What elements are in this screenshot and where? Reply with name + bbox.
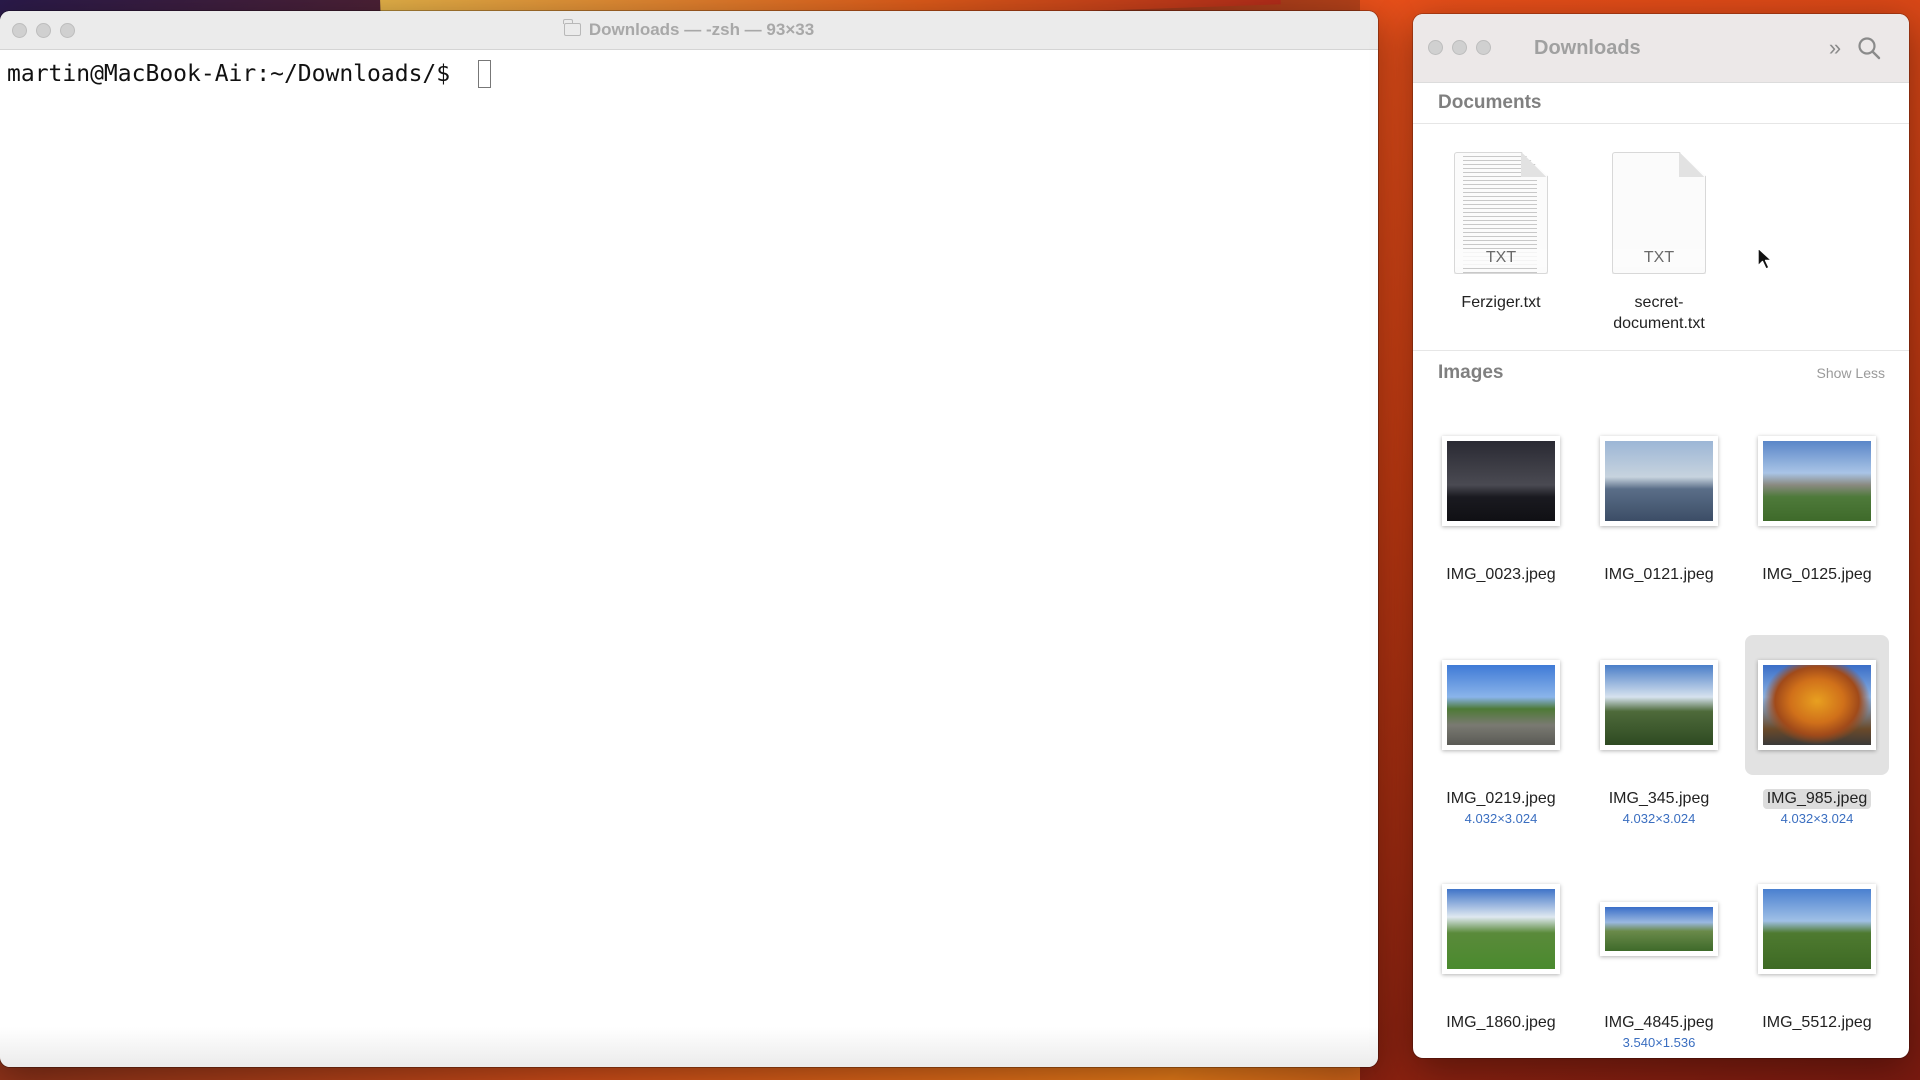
image-name: IMG_0023.jpeg [1446,566,1556,583]
folder-icon [563,19,581,36]
terminal-content[interactable]: martin@MacBook-Air:~/Downloads/$ [0,50,1378,98]
minimize-button[interactable] [1452,40,1467,55]
close-button[interactable] [1428,40,1443,55]
image-thumbnail [1442,884,1560,974]
image-name: IMG_0125.jpeg [1762,566,1872,583]
image-dimensions: 4.032×3.024 [1780,811,1854,826]
images-section-header: Images Show Less [1413,351,1909,395]
image-thumbnail [1600,660,1718,750]
image-thumbnail [1758,436,1876,526]
file-type-label: TXT [1613,249,1705,267]
image-name: IMG_5512.jpeg [1762,1014,1872,1031]
show-less-button[interactable]: Show Less [1817,365,1885,381]
search-icon[interactable] [1856,35,1882,61]
image-name: IMG_985.jpeg [1762,789,1872,809]
image-item[interactable]: IMG_1860.jpeg [1426,859,1576,1033]
image-thumbnail [1758,884,1876,974]
image-thumbnail [1758,660,1876,750]
image-item[interactable]: IMG_0125.jpeg [1742,411,1892,585]
image-dimensions: 4.032×3.024 [1464,811,1538,826]
image-thumbnail [1442,660,1560,750]
file-type-label: TXT [1455,249,1547,267]
image-name: IMG_0219.jpeg [1446,790,1556,807]
image-thumbnail [1600,902,1718,956]
image-name: IMG_345.jpeg [1608,790,1710,807]
image-name: IMG_0121.jpeg [1604,566,1714,583]
documents-section-title: Documents [1438,92,1542,113]
documents-grid: TXT Ferziger.txt TXT secret- document.tx… [1413,124,1909,351]
image-item-selected[interactable]: IMG_985.jpeg 4.032×3.024 [1742,635,1892,826]
text-cursor [477,60,491,88]
image-item[interactable]: IMG_0219.jpeg 4.032×3.024 [1426,635,1576,826]
image-item[interactable]: IMG_345.jpeg 4.032×3.024 [1584,635,1734,826]
image-item[interactable]: IMG_4845.jpeg 3.540×1.536 [1584,859,1734,1050]
terminal-window[interactable]: Downloads — -zsh — 93×33 martin@MacBook-… [0,11,1378,1067]
images-grid: IMG_0023.jpeg IMG_0121.jpeg IMG_0125.jpe… [1413,395,1909,1058]
prompt-line: martin@MacBook-Air:~/Downloads/$ [7,60,1371,88]
image-dimensions: 4.032×3.024 [1622,811,1696,826]
finder-titlebar[interactable]: Downloads » [1413,14,1909,83]
image-name: IMG_1860.jpeg [1446,1014,1556,1031]
finder-title: Downloads [1534,37,1641,59]
image-dimensions: 3.540×1.536 [1622,1035,1696,1050]
file-name: secret- document.txt [1613,294,1705,332]
terminal-bottom-fade [0,1027,1378,1067]
mouse-pointer-icon [1757,247,1773,270]
file-name: Ferziger.txt [1461,294,1541,311]
image-item[interactable]: IMG_0121.jpeg [1584,411,1734,585]
terminal-title-text: Downloads — -zsh — 93×33 [588,20,815,39]
image-thumbnail [1600,436,1718,526]
documents-section-header: Documents [1413,83,1909,124]
shell-prompt: martin@MacBook-Air:~/Downloads/$ [7,61,464,87]
terminal-title: Downloads — -zsh — 93×33 [0,11,1378,49]
image-item[interactable]: IMG_0023.jpeg [1426,411,1576,585]
terminal-titlebar[interactable]: Downloads — -zsh — 93×33 [0,11,1378,50]
text-file-icon: TXT [1612,152,1706,274]
image-name: IMG_4845.jpeg [1604,1014,1714,1031]
text-file-icon: TXT [1454,152,1548,274]
finder-window[interactable]: Downloads » Documents TXT Ferziger.txt T… [1413,14,1909,1058]
chevron-double-right-icon[interactable]: » [1823,36,1847,60]
file-item[interactable]: TXT secret- document.txt [1584,152,1734,334]
image-thumbnail [1442,436,1560,526]
finder-window-controls [1428,40,1491,55]
image-item[interactable]: IMG_5512.jpeg [1742,859,1892,1033]
file-item[interactable]: TXT Ferziger.txt [1426,152,1576,313]
images-section-title: Images [1438,362,1504,383]
zoom-button[interactable] [1476,40,1491,55]
